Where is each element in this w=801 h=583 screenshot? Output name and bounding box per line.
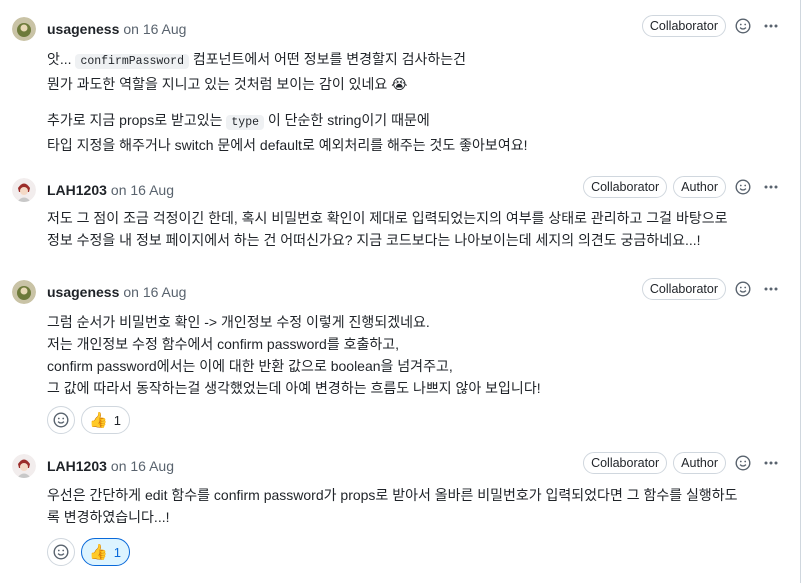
comment-thread: usageness on 16 Aug Collaborator 앗... con…: [0, 0, 801, 583]
smiley-icon: [53, 412, 69, 428]
body-text: 뭔가 과도한 역할을 지니고 있는 것처럼 보이는 감이 있네요 😭: [47, 76, 408, 92]
inline-code: confirmPassword: [75, 54, 189, 69]
add-reaction-button[interactable]: [47, 406, 75, 434]
body-text: 저도 그 점이 조금 걱정이긴 한데, 혹시 비밀번호 확인이 제대로 입력되었…: [47, 210, 728, 226]
comment-body: 우선은 간단하게 edit 함수를 confirm password가 prop…: [47, 484, 738, 528]
comment-date[interactable]: on 16 Aug: [111, 182, 174, 198]
body-text: 저는 개인정보 수정 함수에서 confirm password를 호출하고,: [47, 336, 400, 352]
avatar[interactable]: [12, 280, 36, 304]
avatar[interactable]: [12, 178, 36, 202]
comment: usageness on 16 Aug Collaborator 앗... con…: [0, 15, 800, 155]
collaborator-badge: Collaborator: [583, 452, 668, 474]
thumbs-up-icon: 👍: [89, 543, 108, 561]
body-text: 우선은 간단하게 edit 함수를 confirm password가 prop…: [47, 487, 738, 503]
comment-author[interactable]: LAH1203: [47, 458, 107, 474]
comment-body: 저도 그 점이 조금 걱정이긴 한데, 혹시 비밀번호 확인이 제대로 입력되었…: [47, 207, 727, 251]
body-text: 컴포넌트에서 어떤 정보를 변경할지 검사하는건: [188, 51, 467, 67]
comment-header: usageness on 16 Aug Collaborator: [0, 278, 800, 308]
comment: usageness on 16 Aug Collaborator 그럼 순서가 비…: [0, 278, 800, 434]
avatar[interactable]: [12, 454, 36, 478]
comment-date[interactable]: on 16 Aug: [111, 458, 174, 474]
body-text: confirm password에서는 이에 대한 반환 값으로 boolean…: [47, 358, 453, 374]
body-text: 타입 지정을 해주거나 switch 문에서 default로 예외처리를 해주…: [47, 137, 528, 153]
smiley-icon[interactable]: [732, 278, 754, 300]
collaborator-badge: Collaborator: [641, 278, 726, 300]
body-text: 록 변경하였습니다...!: [47, 509, 170, 525]
comment-author[interactable]: LAH1203: [47, 182, 107, 198]
body-text: 그 값에 따라서 동작하는걸 생각했었는데 아예 변경하는 흐름도 나쁘지 않아…: [47, 380, 541, 396]
kebab-icon[interactable]: [760, 176, 782, 198]
comment: LAH1203 on 16 Aug Collaborator Author 우선은…: [0, 452, 800, 577]
reaction-count: 1: [113, 544, 121, 560]
collaborator-badge: Collaborator: [641, 15, 726, 37]
reactions-bar: 👍 1: [47, 406, 130, 434]
smiley-icon: [53, 544, 69, 560]
smiley-icon[interactable]: [732, 15, 754, 37]
comment-date[interactable]: on 16 Aug: [123, 21, 186, 37]
comment-body: 그럼 순서가 비밀번호 확인 -> 개인정보 수정 이렇게 진행되겠네요. 저는…: [47, 311, 541, 399]
body-text: 정보 수정을 내 정보 페이지에서 하는 건 어떠신가요? 지금 코드보다는 나…: [47, 232, 701, 248]
thumbs-up-reaction[interactable]: 👍 1: [81, 538, 130, 566]
comment-header: LAH1203 on 16 Aug Collaborator Author: [0, 176, 800, 206]
smiley-icon[interactable]: [732, 452, 754, 474]
body-text: 이 단순한 string이기 때문에: [264, 112, 430, 128]
comment-author[interactable]: usageness: [47, 21, 119, 37]
reaction-count: 1: [113, 412, 121, 428]
comment-body: 앗... confirmPassword 컴포넌트에서 어떤 정보를 변경할지 …: [47, 48, 527, 156]
kebab-icon[interactable]: [760, 15, 782, 37]
inline-code: type: [226, 115, 264, 130]
comment-author[interactable]: usageness: [47, 284, 119, 300]
kebab-icon[interactable]: [760, 278, 782, 300]
avatar[interactable]: [12, 17, 36, 41]
smiley-icon[interactable]: [732, 176, 754, 198]
comment-header: usageness on 16 Aug Collaborator: [0, 15, 800, 45]
body-text: 그럼 순서가 비밀번호 확인 -> 개인정보 수정 이렇게 진행되겠네요.: [47, 314, 430, 330]
collaborator-badge: Collaborator: [583, 176, 668, 198]
comment-header: LAH1203 on 16 Aug Collaborator Author: [0, 452, 800, 482]
body-text: 추가로 지금 props로 받고있는: [47, 112, 227, 128]
author-badge: Author: [673, 452, 726, 474]
author-badge: Author: [673, 176, 726, 198]
thumbs-up-icon: 👍: [89, 411, 108, 429]
add-reaction-button[interactable]: [47, 538, 75, 566]
comment-date[interactable]: on 16 Aug: [123, 284, 186, 300]
comment: LAH1203 on 16 Aug Collaborator Author 저도 …: [0, 176, 800, 256]
thumbs-up-reaction[interactable]: 👍 1: [81, 406, 130, 434]
kebab-icon[interactable]: [760, 452, 782, 474]
body-text: 앗...: [47, 51, 76, 67]
reactions-bar: 👍 1: [47, 538, 130, 566]
